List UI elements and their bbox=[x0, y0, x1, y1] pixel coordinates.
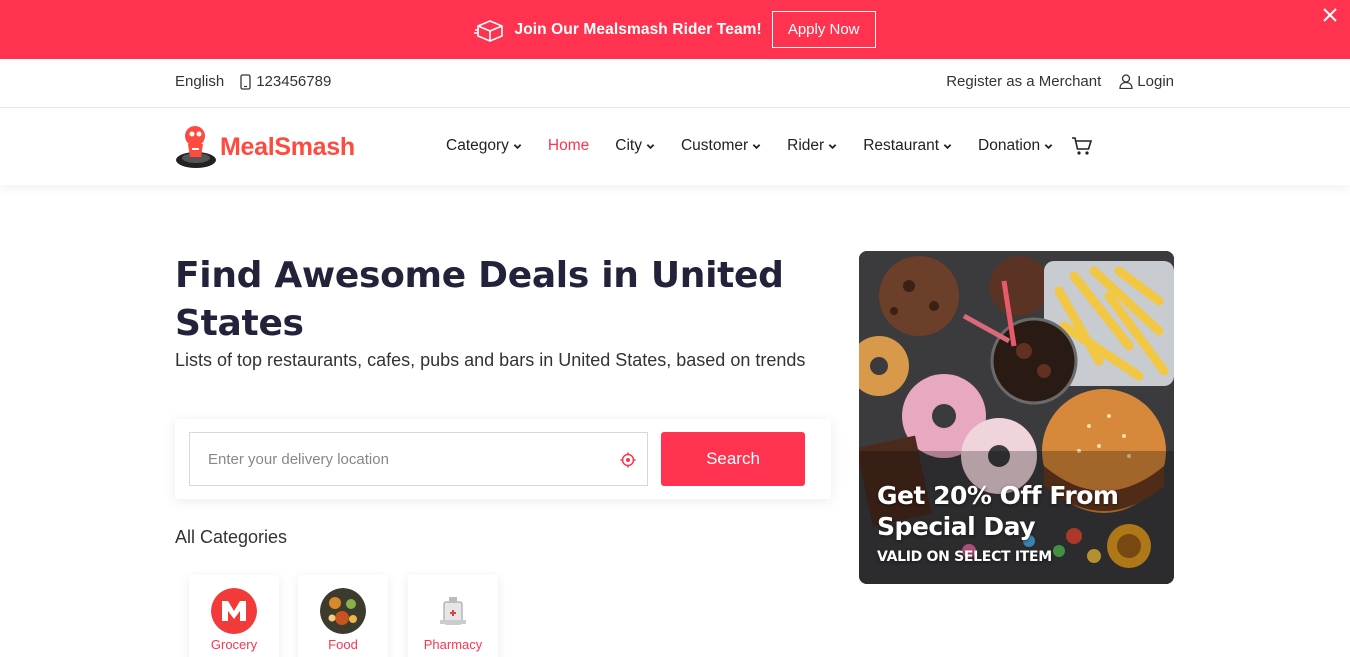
delivery-location-input[interactable] bbox=[190, 433, 647, 485]
chevron-down-icon bbox=[1044, 143, 1053, 149]
chevron-down-icon bbox=[513, 143, 522, 149]
nav-item-restaurant[interactable]: Restaurant bbox=[863, 137, 952, 155]
utility-left: English 123456789 bbox=[175, 73, 331, 90]
promo-banner: Join Our Mealsmash Rider Team! Apply Now bbox=[0, 0, 1350, 59]
main-navbar: MealSmash Category Home City Customer Ri… bbox=[0, 108, 1350, 185]
category-card-pharmacy[interactable]: Pharmacy bbox=[408, 575, 498, 657]
nav-item-label: Donation bbox=[978, 137, 1041, 154]
delivery-box-icon bbox=[474, 19, 504, 42]
location-search-card: Search bbox=[175, 419, 831, 499]
cart-icon[interactable] bbox=[1071, 136, 1093, 156]
nav-item-customer[interactable]: Customer bbox=[681, 137, 761, 155]
nav-item-label: Category bbox=[446, 137, 509, 154]
chevron-down-icon bbox=[646, 143, 655, 149]
nav-item-label: Customer bbox=[680, 137, 749, 154]
mascot-logo-icon bbox=[176, 126, 216, 168]
register-merchant-link[interactable]: Register as a Merchant bbox=[946, 73, 1101, 90]
category-card-grocery[interactable]: Grocery bbox=[189, 575, 279, 657]
hero-title: Find Awesome Deals in United States bbox=[175, 255, 784, 344]
nav-item-label: City bbox=[615, 137, 642, 154]
login-label: Login bbox=[1137, 73, 1174, 90]
hero-subtitle: Lists of top restaurants, cafes, pubs an… bbox=[175, 350, 806, 370]
nav-item-donation[interactable]: Donation bbox=[978, 137, 1053, 155]
promo-content: Join Our Mealsmash Rider Team! Apply Now bbox=[474, 11, 876, 48]
apply-now-button[interactable]: Apply Now bbox=[771, 11, 876, 48]
utility-right: Register as a Merchant Login bbox=[946, 73, 1174, 90]
nav-menu: Category Home City Customer Rider Restau… bbox=[446, 136, 1093, 156]
grocery-logo-icon bbox=[211, 588, 257, 634]
offer-subtitle: VALID ON SELECT ITEM bbox=[877, 549, 1052, 565]
phone-icon bbox=[240, 73, 251, 90]
language-selector[interactable]: English bbox=[175, 73, 224, 90]
close-icon[interactable] bbox=[1320, 5, 1340, 25]
search-button[interactable]: Search bbox=[661, 432, 805, 486]
category-label: Pharmacy bbox=[423, 637, 483, 652]
offer-title: Get 20% Off From Special Day bbox=[877, 481, 1119, 541]
user-icon bbox=[1119, 74, 1133, 89]
category-label: Food bbox=[328, 637, 358, 652]
brand-name: MealSmash bbox=[220, 132, 355, 161]
location-target-icon[interactable] bbox=[619, 451, 637, 469]
chevron-down-icon bbox=[828, 143, 837, 149]
offer-banner[interactable]: Get 20% Off From Special Day VALID ON SE… bbox=[859, 251, 1174, 584]
chevron-down-icon bbox=[943, 143, 952, 149]
nav-item-category[interactable]: Category bbox=[446, 137, 522, 155]
nav-item-label: Rider bbox=[787, 137, 825, 154]
brand-logo[interactable]: MealSmash bbox=[175, 124, 355, 170]
food-bowl-icon bbox=[320, 588, 366, 634]
nav-item-label: Home bbox=[547, 137, 590, 154]
search-input-wrapper bbox=[189, 432, 648, 486]
phone-number: 123456789 bbox=[256, 73, 332, 90]
category-label: Grocery bbox=[210, 637, 258, 652]
pharmacy-icon bbox=[440, 597, 466, 625]
promo-text: Join Our Mealsmash Rider Team! bbox=[514, 20, 762, 38]
nav-item-home[interactable]: Home bbox=[548, 137, 589, 155]
nav-item-city[interactable]: City bbox=[615, 137, 655, 155]
categories-title: All Categories bbox=[175, 527, 288, 547]
phone-contact[interactable]: 123456789 bbox=[240, 73, 331, 90]
category-card-food[interactable]: Food bbox=[298, 575, 388, 657]
nav-item-rider[interactable]: Rider bbox=[787, 137, 837, 155]
chevron-down-icon bbox=[752, 143, 761, 149]
login-link[interactable]: Login bbox=[1119, 73, 1174, 90]
utility-bar: English 123456789 Register as a Merchant… bbox=[0, 59, 1350, 108]
nav-item-label: Restaurant bbox=[863, 137, 940, 154]
